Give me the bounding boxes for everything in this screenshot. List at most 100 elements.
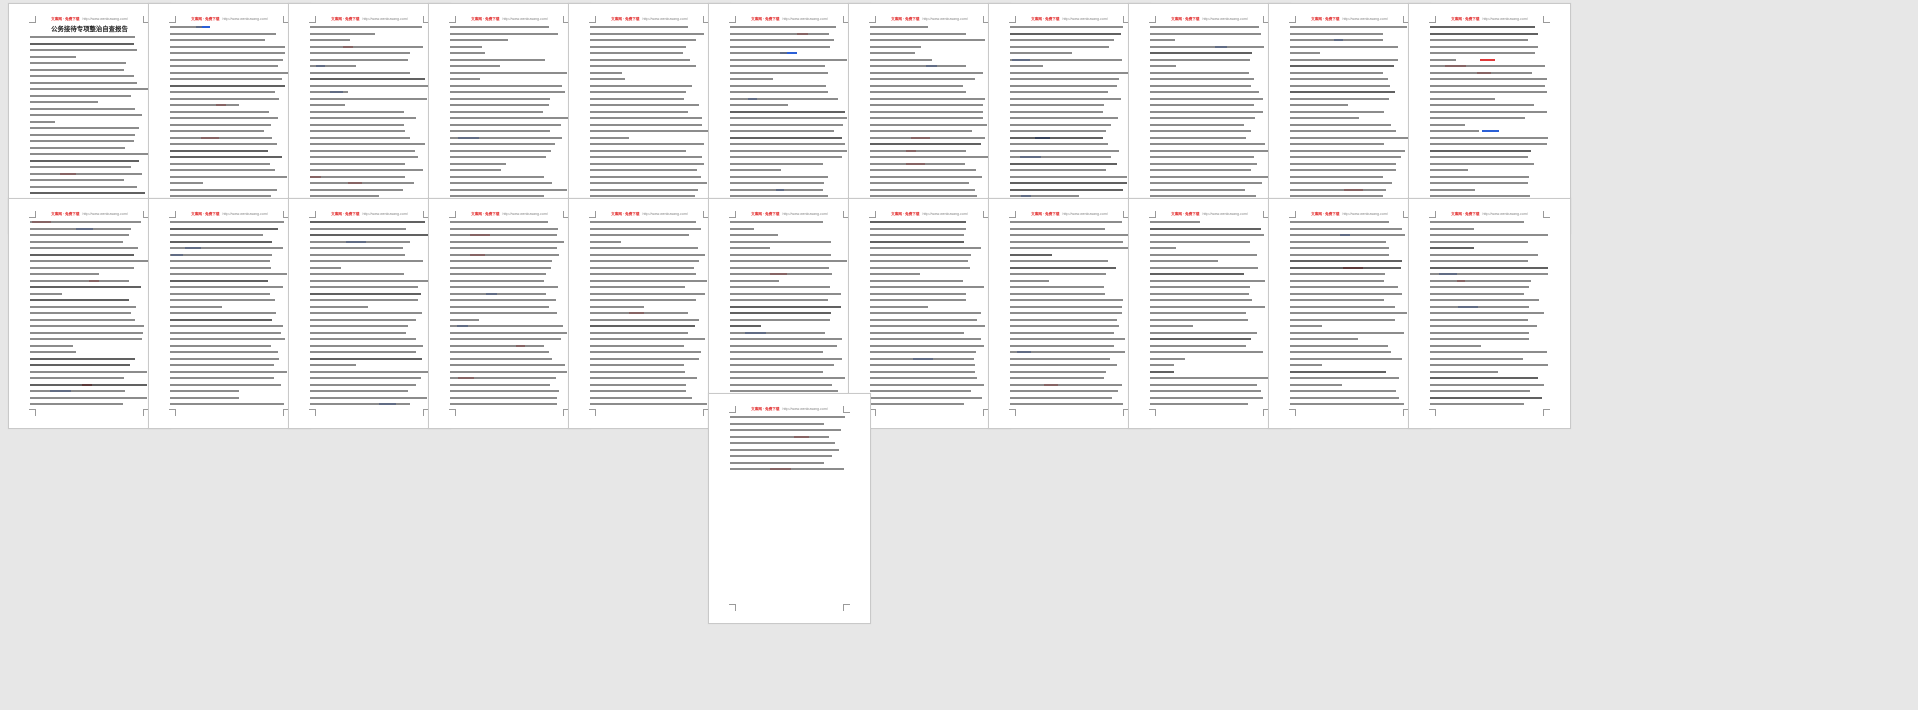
text-line (1430, 318, 1528, 321)
text-line (1010, 39, 1114, 41)
page-header: 文库网 · 免费下载 http://www.wenkuwang.com/ (849, 212, 1010, 216)
text-line (170, 344, 272, 347)
document-page[interactable]: 文库网 · 免费下载 http://www.wenkuwang.com/ (1128, 198, 1291, 429)
text-line (30, 318, 135, 321)
document-page[interactable]: 文库网 · 免费下载 http://www.wenkuwang.com/ (568, 198, 731, 429)
header-brand: 文库网 · 免费下载 (1311, 212, 1340, 216)
text-line (1430, 26, 1535, 28)
text-line (1430, 97, 1496, 100)
text-line (170, 299, 275, 301)
document-page[interactable]: 文库网 · 免费下载 http://www.wenkuwang.com/ (708, 393, 871, 624)
text-line (870, 91, 967, 93)
text-line (450, 188, 567, 191)
crop-mark (1009, 409, 1016, 416)
page-text-block (730, 26, 849, 211)
document-page-grid[interactable]: 文库网 · 免费下载 http://www.wenkuwang.com/公务接待专… (0, 0, 1918, 710)
text-line (590, 383, 687, 386)
text-line (450, 84, 562, 87)
text-line (870, 318, 978, 321)
text-line (1010, 357, 1110, 360)
text-line (310, 234, 428, 236)
page-header: 文库网 · 免费下载 http://www.wenkuwang.com/ (709, 212, 870, 216)
page-header: 文库网 · 免费下载 http://www.wenkuwang.com/ (149, 212, 310, 216)
text-line (310, 175, 406, 178)
text-line (310, 188, 403, 191)
text-line (1290, 312, 1407, 314)
text-line (590, 292, 706, 295)
text-line (590, 403, 707, 405)
document-page[interactable]: 文库网 · 免费下载 http://www.wenkuwang.com/ (848, 198, 1011, 429)
document-page[interactable]: 文库网 · 免费下载 http://www.wenkuwang.com/ (1408, 198, 1571, 429)
text-line (1290, 305, 1395, 308)
header-brand: 文库网 · 免费下载 (191, 17, 220, 21)
page-text-block (870, 221, 989, 406)
document-page[interactable]: 文库网 · 免费下载 http://www.wenkuwang.com/ (288, 198, 451, 429)
crop-mark (1543, 409, 1550, 416)
text-line (1430, 292, 1524, 295)
page-text-block (450, 26, 569, 211)
text-line (870, 344, 985, 347)
text-line (310, 305, 369, 308)
text-line (310, 240, 410, 243)
text-line (870, 292, 967, 295)
page-header: 文库网 · 免费下载 http://www.wenkuwang.com/ (1129, 17, 1290, 21)
text-line (30, 364, 130, 366)
header-url: http://www.wenkuwang.com/ (362, 17, 408, 21)
text-line (170, 143, 278, 145)
text-line (590, 169, 698, 171)
text-line (1010, 266, 1116, 269)
text-line (1430, 305, 1529, 308)
text-line (590, 32, 705, 35)
text-line (450, 247, 558, 249)
text-line (1010, 364, 1118, 366)
text-line (1430, 149, 1532, 152)
text-line (870, 305, 929, 308)
text-line (1010, 383, 1122, 386)
page-header: 文库网 · 免费下载 http://www.wenkuwang.com/ (709, 17, 870, 21)
text-line (310, 123, 404, 126)
text-line (1290, 182, 1393, 184)
document-page[interactable]: 文库网 · 免费下载 http://www.wenkuwang.com/ (8, 198, 171, 429)
text-line (730, 71, 828, 74)
text-line (870, 84, 963, 87)
page-header: 文库网 · 免费下载 http://www.wenkuwang.com/ (1269, 17, 1430, 21)
page-header: 文库网 · 免费下载 http://www.wenkuwang.com/ (989, 17, 1150, 21)
text-line (170, 240, 273, 243)
text-line (30, 357, 135, 360)
header-url: http://www.wenkuwang.com/ (82, 212, 128, 216)
text-line (170, 110, 269, 113)
text-line (730, 364, 834, 366)
text-line (310, 396, 427, 399)
text-line (450, 364, 566, 366)
text-line (1150, 123, 1244, 126)
text-line (1150, 71, 1249, 74)
text-line (310, 279, 428, 282)
text-line (30, 396, 147, 399)
text-line (310, 292, 421, 295)
text-line (1430, 273, 1548, 275)
text-line (30, 331, 144, 334)
text-line (30, 240, 123, 243)
document-page[interactable]: 文库网 · 免费下载 http://www.wenkuwang.com/ (148, 198, 311, 429)
text-line (310, 117, 416, 119)
page-header: 文库网 · 免费下载 http://www.wenkuwang.com/ (709, 407, 870, 411)
text-line (1010, 97, 1121, 100)
text-line (1290, 58, 1399, 61)
text-line (170, 357, 280, 360)
text-line (730, 130, 834, 132)
header-url: http://www.wenkuwang.com/ (1062, 17, 1108, 21)
text-line (450, 169, 502, 171)
document-page[interactable]: 文库网 · 免费下载 http://www.wenkuwang.com/ (1268, 198, 1431, 429)
text-line (1430, 312, 1545, 314)
document-page[interactable]: 文库网 · 免费下载 http://www.wenkuwang.com/ (988, 198, 1151, 429)
header-brand: 文库网 · 免费下载 (331, 212, 360, 216)
text-highlight (1480, 58, 1495, 61)
text-line (170, 396, 240, 399)
document-page[interactable]: 文库网 · 免费下载 http://www.wenkuwang.com/ (428, 198, 591, 429)
text-line (1290, 351, 1392, 353)
text-line (1430, 403, 1524, 405)
text-line (1150, 104, 1254, 106)
text-line (1150, 78, 1254, 80)
page-text-block (730, 221, 849, 406)
text-line (730, 351, 823, 353)
